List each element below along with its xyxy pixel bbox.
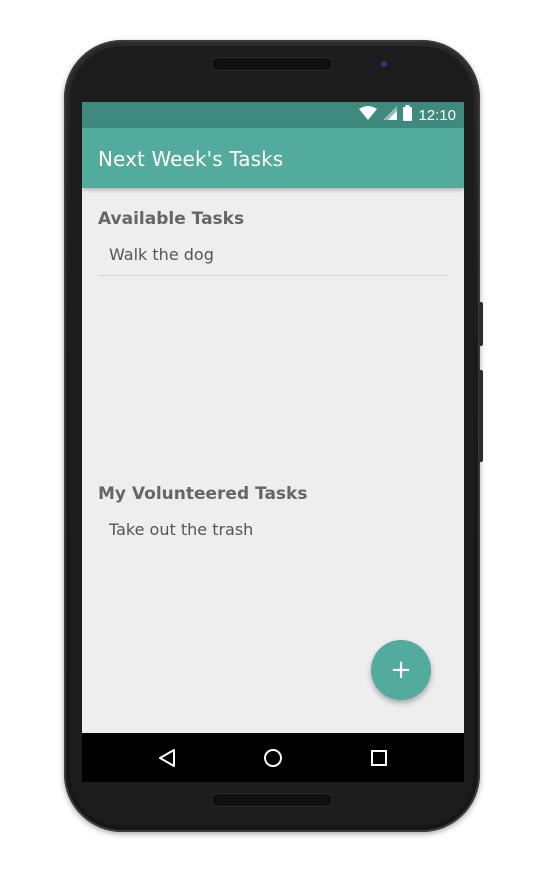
app-screen: 12:10 Next Week's Tasks Available Tasks …	[82, 102, 464, 782]
app-bar: Next Week's Tasks	[82, 128, 464, 188]
navigation-bar	[82, 733, 464, 782]
add-icon: +	[390, 655, 412, 685]
add-task-button[interactable]: +	[371, 640, 431, 700]
recents-button[interactable]	[368, 747, 390, 769]
list-item[interactable]: Take out the trash	[109, 520, 253, 539]
list-divider	[98, 275, 448, 276]
home-icon	[264, 749, 282, 767]
top-speaker-grille	[212, 58, 332, 70]
home-button[interactable]	[262, 747, 284, 769]
recents-icon	[371, 750, 387, 766]
back-icon	[159, 749, 175, 767]
volunteered-tasks-header: My Volunteered Tasks	[98, 484, 308, 504]
available-tasks-header: Available Tasks	[98, 209, 245, 229]
front-camera	[380, 60, 390, 70]
app-title: Next Week's Tasks	[98, 147, 284, 171]
volume-button	[479, 370, 483, 462]
status-time: 12:10	[418, 106, 456, 124]
list-item[interactable]: Walk the dog	[109, 245, 214, 264]
cell-signal-icon	[383, 105, 398, 125]
back-button[interactable]	[156, 747, 178, 769]
battery-icon	[403, 104, 413, 126]
status-bar: 12:10	[82, 102, 464, 128]
wifi-icon	[359, 105, 378, 125]
bottom-speaker-grille	[212, 794, 332, 806]
power-button	[479, 302, 483, 346]
status-icons: 12:10	[359, 104, 456, 126]
